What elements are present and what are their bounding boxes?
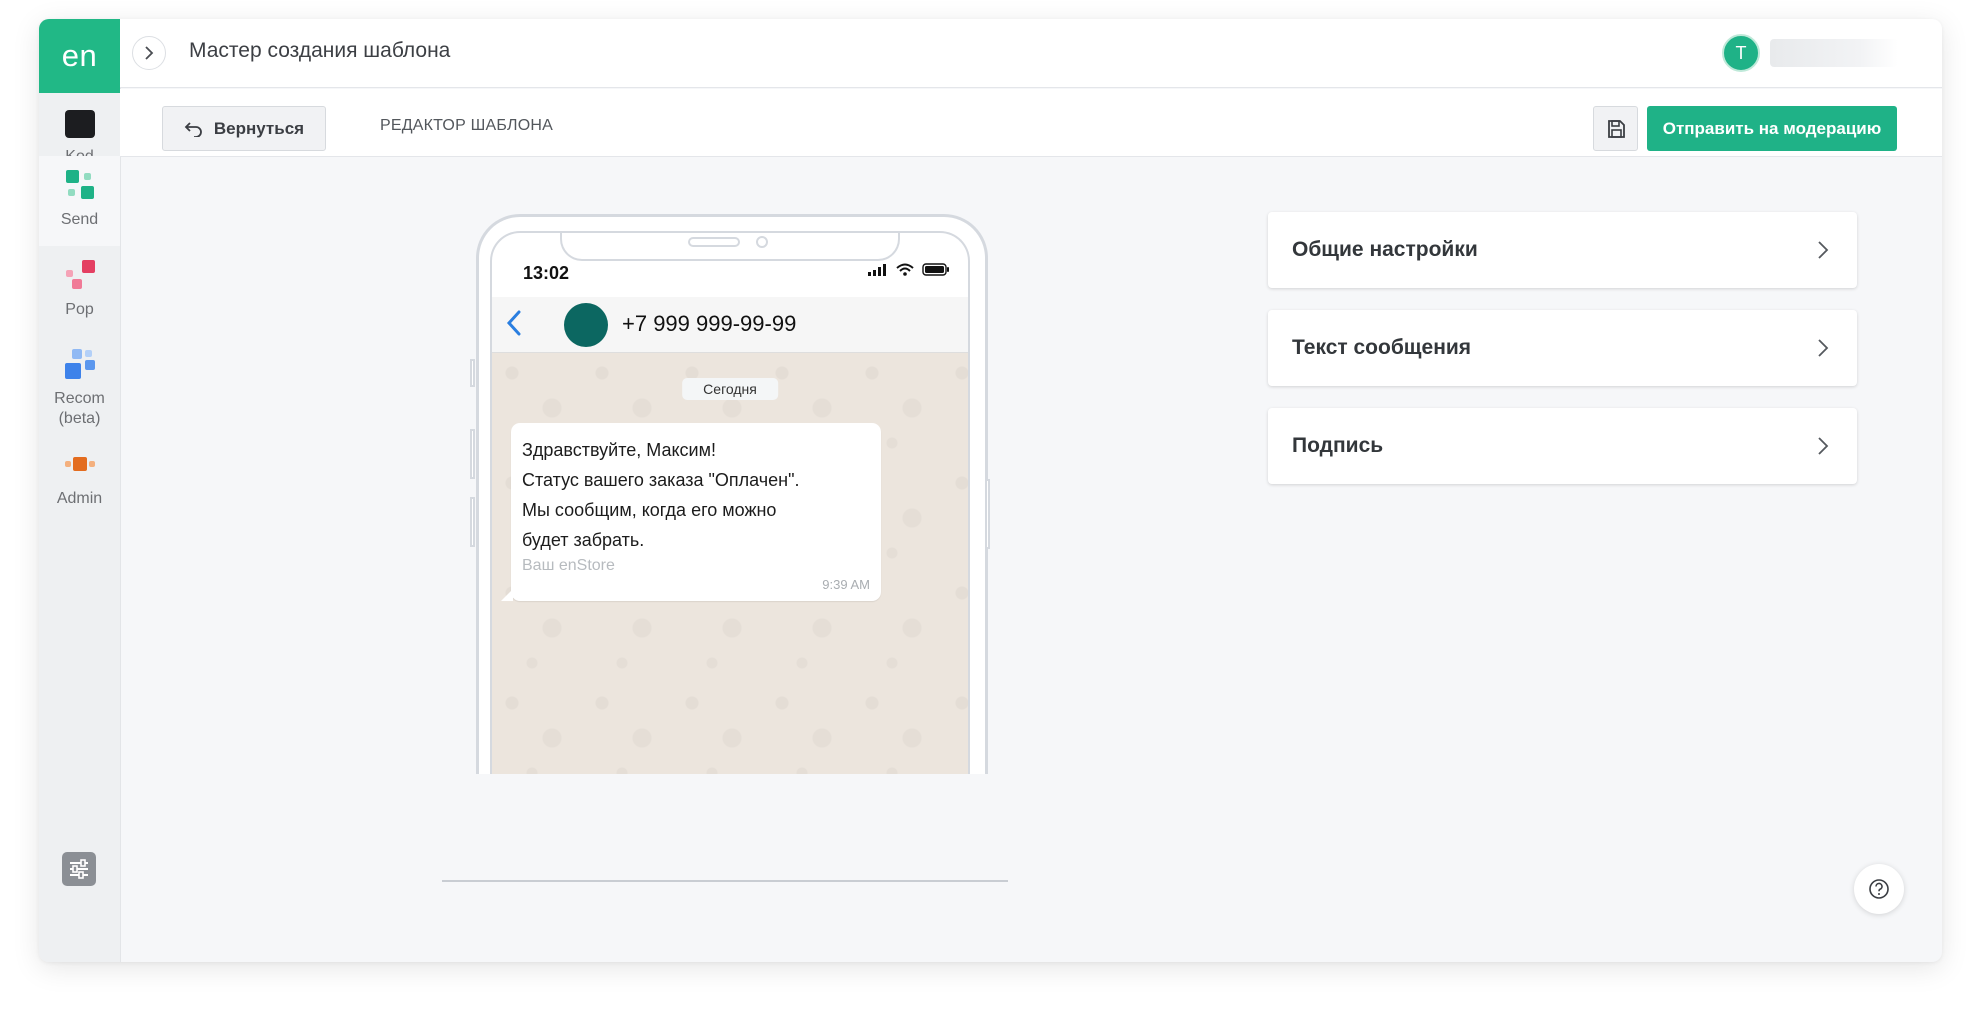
contact-phone: +7 999 999-99-99	[622, 311, 797, 336]
sidebar-item-admin[interactable]: Admin	[39, 435, 120, 523]
settings-accordion: Общие настройки Текст сообщения Подпись	[1268, 212, 1857, 506]
accordion-general-settings[interactable]: Общие настройки	[1268, 212, 1857, 288]
message-time: 9:39 AM	[822, 577, 870, 592]
chevron-right-icon	[1818, 339, 1829, 357]
kod-icon	[64, 107, 96, 139]
help-button[interactable]	[1854, 864, 1904, 914]
sidebar-item-label: Admin	[56, 490, 103, 507]
accordion-title: Общие настройки	[1292, 238, 1478, 261]
message-bubble: Здравствуйте, Максим! Статус вашего зака…	[501, 423, 881, 601]
status-icons	[868, 263, 950, 276]
message-line: Здравствуйте, Максим!	[522, 440, 716, 460]
contact-avatar	[564, 303, 608, 347]
ground-line	[442, 880, 1008, 882]
toolbar: Вернуться РЕДАКТОР ШАБЛОНА Отправить на …	[120, 89, 1942, 157]
avatar[interactable]: T	[1722, 34, 1760, 72]
battery-icon	[922, 263, 949, 276]
floppy-disk-icon	[1607, 119, 1625, 138]
recom-icon	[64, 349, 96, 381]
question-icon	[1869, 879, 1889, 899]
sidebar-item-recom[interactable]: Recom (beta)	[39, 335, 120, 435]
sidebar-divider	[120, 19, 121, 962]
speaker	[688, 237, 740, 247]
camera	[756, 236, 768, 248]
submit-moderation-button[interactable]: Отправить на модерацию	[1647, 106, 1897, 151]
logo[interactable]: en	[39, 19, 120, 93]
phone-screen: 13:02 +7 999 999-99-99 Сегодня Здравству…	[490, 231, 970, 774]
accordion-message-text[interactable]: Текст сообщения	[1268, 310, 1857, 386]
signal-icon	[868, 263, 886, 276]
undo-arrow-icon	[184, 121, 202, 137]
sidebar-item-send[interactable]: Send	[39, 156, 120, 246]
message-signature: Ваш enStore	[522, 557, 615, 574]
sidebar-item-label: Send	[60, 211, 99, 228]
phone-side-button	[470, 497, 475, 547]
app-window: en Kod Send Pop	[39, 19, 1942, 962]
save-button[interactable]	[1593, 106, 1638, 151]
chat-body: Сегодня Здравствуйте, Максим! Статус ваш…	[492, 353, 968, 774]
chevron-right-icon	[1818, 437, 1829, 455]
phone-notch	[560, 233, 900, 261]
back-button[interactable]: Вернуться	[162, 106, 326, 151]
chevron-right-icon	[145, 46, 154, 60]
sidebar-item-label: Recom (beta)	[54, 390, 105, 427]
chevron-right-icon	[1818, 241, 1829, 259]
collapse-sidebar-button[interactable]	[132, 36, 166, 70]
phone-side-button	[470, 429, 475, 479]
chevron-left-icon[interactable]	[506, 309, 522, 337]
date-pill: Сегодня	[682, 378, 778, 400]
chat-header: +7 999 999-99-99	[492, 297, 968, 353]
accordion-signature[interactable]: Подпись	[1268, 408, 1857, 484]
message-line: Мы сообщим, когда его можно	[522, 500, 777, 520]
sidebar: en Kod Send Pop	[39, 19, 120, 962]
pop-icon	[64, 260, 96, 292]
editor-label: РЕДАКТОР ШАБЛОНА	[380, 117, 553, 134]
settings-sliders-icon[interactable]	[62, 852, 96, 886]
message-line: Статус вашего заказа "Оплачен".	[522, 470, 800, 490]
bubble-tail	[501, 589, 513, 601]
sidebar-item-label: Pop	[65, 301, 94, 318]
accordion-title: Текст сообщения	[1292, 336, 1472, 359]
admin-icon	[64, 449, 96, 481]
page-title: Мастер создания шаблона	[189, 39, 451, 62]
back-button-label: Вернуться	[213, 118, 305, 138]
message-line: будет забрать.	[522, 530, 645, 550]
sidebar-item-pop[interactable]: Pop	[39, 246, 120, 334]
status-time: 13:02	[523, 263, 570, 283]
header: Мастер создания шаблона T	[120, 19, 1942, 88]
phone-side-button	[985, 479, 990, 549]
accordion-title: Подпись	[1292, 434, 1384, 457]
phone-side-button	[470, 359, 475, 387]
wifi-icon	[896, 263, 914, 276]
user-name-blurred[interactable]	[1770, 39, 1898, 67]
send-icon	[64, 170, 96, 202]
